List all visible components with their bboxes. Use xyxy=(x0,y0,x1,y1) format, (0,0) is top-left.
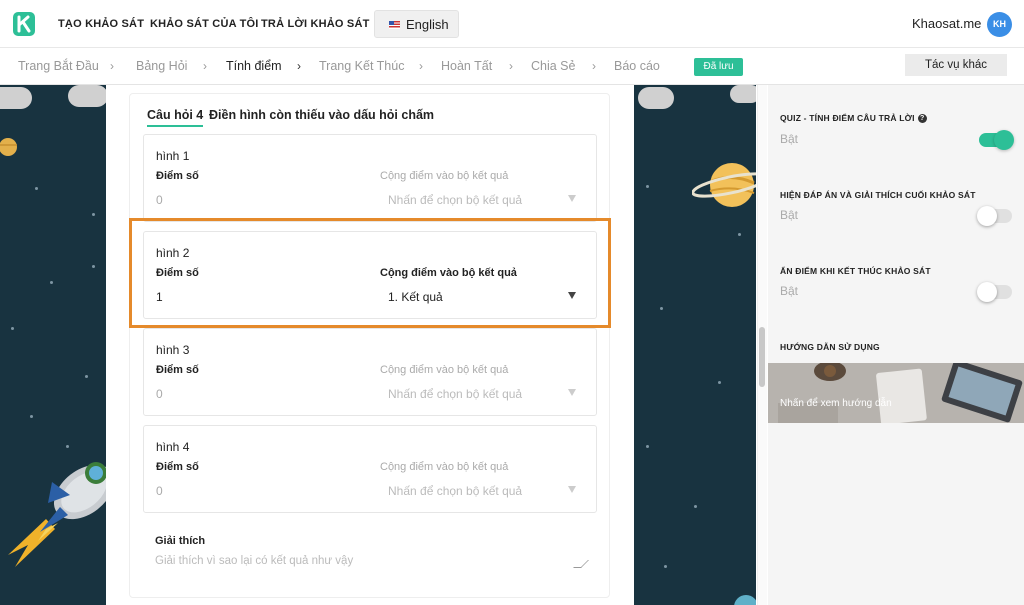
us-flag-icon xyxy=(389,21,400,29)
answer-option-card: hình 4 Điểm số Cộng điểm vào bộ kết quả … xyxy=(143,425,597,513)
nav-answer-survey[interactable]: TRẢ LỜI KHẢO SÁT xyxy=(261,18,370,30)
chevron-right-icon: › xyxy=(297,59,301,73)
dropdown-arrow-icon[interactable] xyxy=(568,195,576,202)
step-complete[interactable]: Hoàn Tất xyxy=(441,59,492,73)
score-label: Điểm số xyxy=(156,170,199,182)
setting-show-answers-title: HIỆN ĐÁP ÁN VÀ GIẢI THÍCH CUỐI KHẢO SÁT xyxy=(780,190,976,200)
toggle-knob xyxy=(977,206,997,226)
account-name[interactable]: Khaosat.me xyxy=(912,16,981,31)
result-set-label: Cộng điểm vào bộ kết quả xyxy=(380,170,509,182)
cloud-decoration xyxy=(0,87,32,109)
language-label: English xyxy=(406,17,449,32)
step-share[interactable]: Chia Sẻ xyxy=(531,59,575,73)
setting-quiz-title-text: QUIZ - TÍNH ĐIỂM CÂU TRẢ LỜI xyxy=(780,113,915,123)
answer-option-card: hình 3 Điểm số Cộng điểm vào bộ kết quả … xyxy=(143,328,597,416)
khaosat-logo-icon[interactable] xyxy=(13,12,35,36)
setting-hide-score-title: ẨN ĐIỂM KHI KẾT THÚC KHẢO SÁT xyxy=(780,266,931,276)
avatar[interactable]: KH xyxy=(987,12,1012,37)
explanation-textarea[interactable]: Giải thích vì sao lại có kết quả như vậy xyxy=(155,555,585,573)
score-label: Điểm số xyxy=(156,461,199,473)
step-report[interactable]: Báo cáo xyxy=(614,59,660,73)
explanation-label: Giải thích xyxy=(155,535,206,547)
scrollbar[interactable] xyxy=(757,85,767,605)
option-name: hình 1 xyxy=(156,149,190,163)
setting-quiz-title: QUIZ - TÍNH ĐIỂM CÂU TRẢ LỜI? xyxy=(780,113,927,123)
toggle-knob xyxy=(994,130,1014,150)
chevron-right-icon: › xyxy=(592,59,596,73)
result-set-select[interactable]: Nhấn để chọn bộ kết quả xyxy=(388,387,522,401)
cloud-decoration xyxy=(68,85,106,107)
score-label: Điểm số xyxy=(156,364,199,376)
planet-icon xyxy=(734,595,756,605)
toggle-knob xyxy=(977,282,997,302)
chevron-right-icon: › xyxy=(110,59,114,73)
dropdown-arrow-icon[interactable] xyxy=(568,389,576,396)
option-name: hình 3 xyxy=(156,343,190,357)
language-button[interactable]: English xyxy=(374,10,459,38)
workspace-photo-icon xyxy=(768,363,1024,423)
quiz-scoring-toggle[interactable] xyxy=(979,130,1014,150)
space-background-left xyxy=(0,85,106,605)
score-input[interactable]: 0 xyxy=(156,193,163,207)
chevron-right-icon: › xyxy=(203,59,207,73)
dropdown-arrow-icon[interactable] xyxy=(568,486,576,493)
chevron-right-icon: › xyxy=(509,59,513,73)
question-number: Câu hỏi 4 xyxy=(147,108,204,127)
result-set-select[interactable]: Nhấn để chọn bộ kết quả xyxy=(388,193,522,207)
step-start-page[interactable]: Trang Bắt Đầu xyxy=(18,59,99,73)
saturn-icon xyxy=(692,163,756,207)
hide-score-toggle[interactable] xyxy=(977,282,1012,302)
rocket-icon xyxy=(8,462,106,567)
selected-option-highlight xyxy=(129,218,611,328)
guide-link[interactable]: Nhấn để xem hướng dẫn xyxy=(780,398,892,409)
setting-quiz-value: Bật xyxy=(780,132,799,146)
step-scoring[interactable]: Tính điểm xyxy=(226,59,282,73)
step-end-page[interactable]: Trang Kết Thúc xyxy=(319,59,404,73)
guide-title: HƯỚNG DẪN SỬ DỤNG xyxy=(780,342,880,352)
show-answers-toggle[interactable] xyxy=(977,206,1012,226)
option-name: hình 4 xyxy=(156,440,190,454)
question-text: Điền hình còn thiếu vào dấu hỏi chấm xyxy=(209,108,435,122)
score-input[interactable]: 0 xyxy=(156,387,163,401)
result-set-label: Cộng điểm vào bộ kết quả xyxy=(380,461,509,473)
chevron-right-icon: › xyxy=(419,59,423,73)
result-set-label: Cộng điểm vào bộ kết quả xyxy=(380,364,509,376)
space-background-right xyxy=(634,85,756,605)
guide-banner[interactable]: Nhấn để xem hướng dẫn xyxy=(768,363,1024,423)
cloud-decoration xyxy=(730,85,756,103)
step-navigation: Trang Bắt Đầu › Bảng Hỏi › Tính điểm › T… xyxy=(0,48,1024,85)
step-questionnaire[interactable]: Bảng Hỏi xyxy=(136,59,187,73)
more-actions-button[interactable]: Tác vụ khác xyxy=(905,54,1007,76)
saved-badge: Đã lưu xyxy=(694,58,743,76)
score-input[interactable]: 0 xyxy=(156,484,163,498)
scrollbar-thumb[interactable] xyxy=(759,327,765,387)
setting-hide-score-value: Bật xyxy=(780,284,799,298)
settings-panel: QUIZ - TÍNH ĐIỂM CÂU TRẢ LỜI? Bật HIỆN Đ… xyxy=(768,85,1024,605)
nav-create-survey[interactable]: TẠO KHẢO SÁT xyxy=(58,18,144,30)
result-set-select[interactable]: Nhấn để chọn bộ kết quả xyxy=(388,484,522,498)
help-icon[interactable]: ? xyxy=(917,114,927,123)
question-scoring-form: Câu hỏi 4 Điền hình còn thiếu vào dấu hỏ… xyxy=(129,93,610,598)
answer-option-card: hình 1 Điểm số Cộng điểm vào bộ kết quả … xyxy=(143,134,597,222)
cloud-decoration xyxy=(638,87,674,109)
setting-show-answers-value: Bật xyxy=(780,208,799,222)
nav-my-surveys[interactable]: KHẢO SÁT CỦA TÔI xyxy=(150,18,259,30)
top-navigation: TẠO KHẢO SÁT KHẢO SÁT CỦA TÔI TRẢ LỜI KH… xyxy=(0,0,1024,48)
planet-icon xyxy=(0,138,17,156)
